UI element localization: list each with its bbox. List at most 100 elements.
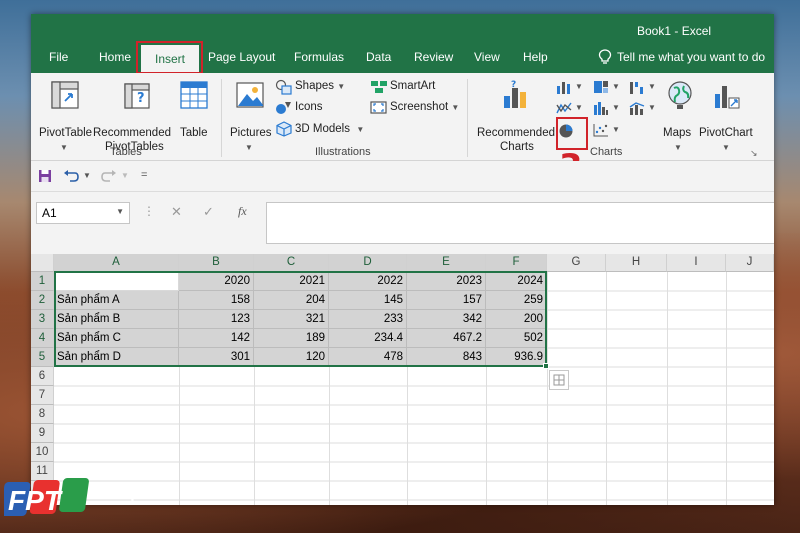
row-header[interactable]: 6 [31,367,54,386]
tab-data[interactable]: Data [366,50,391,64]
logo-domain: .com.vn [140,491,176,502]
recommended-charts-icon: ? [504,80,526,108]
window-title: Book1 - Excel [637,24,712,38]
scatter-chart-icon [593,124,608,137]
cancel-icon[interactable]: ✕ [171,204,182,220]
column-header[interactable]: J [726,254,774,272]
pictures-label: Pictures [230,127,272,139]
tab-view[interactable]: View [474,50,500,64]
pivottable-icon [51,81,79,109]
redo-dropdown-icon[interactable]: ▼ [121,171,129,180]
column-header[interactable]: B [179,254,254,272]
quick-analysis-button[interactable] [549,370,569,390]
column-header[interactable]: H [606,254,667,272]
smartart-label: SmartArt [390,80,436,92]
recommended-charts-label-2: Charts [500,141,534,153]
row-header[interactable]: 7 [31,386,54,405]
recommended-pivottables-icon: ? [124,83,150,109]
screenshot-icon [370,101,387,114]
formula-bar: A1 ▼ ⋮ ✕ ✓ fx [31,192,774,260]
name-box-dropdown-icon[interactable]: ▼ [116,207,124,216]
customize-qat-icon[interactable]: = [141,169,147,181]
fill-handle[interactable] [543,363,549,369]
name-box-value: A1 [42,206,57,220]
shapes-icon [275,79,292,95]
table-icon [180,81,208,109]
column-header[interactable]: E [407,254,486,272]
pivottable-label: PivotTable [39,127,93,139]
tab-home[interactable]: Home [99,50,131,64]
screenshot-label: Screenshot ▼ [390,101,460,113]
row-header[interactable]: 2 [31,291,54,310]
enter-icon[interactable]: ✓ [203,204,214,220]
group-label-charts: Charts [590,146,623,158]
ribbon-separator [467,79,468,157]
icons-icon [276,102,291,114]
insert-function-icon[interactable]: fx [238,204,247,219]
row-header[interactable]: 4 [31,329,54,348]
column-header[interactable]: A [54,254,179,272]
quick-access-toolbar: ▼ ▼ = [31,161,774,192]
group-label-illustrations: Illustrations [315,146,371,158]
hierarchy-chart-icon [594,81,608,93]
undo-icon[interactable] [63,169,79,183]
svg-text:?: ? [511,80,516,90]
column-chart-icon [557,82,570,94]
row-header[interactable]: 1 [31,272,54,291]
logo-shop-word: Shop [100,486,140,503]
shapes-label: Shapes ▼ [295,80,346,92]
column-header[interactable]: C [254,254,329,272]
icons-label: Icons [295,101,323,113]
pivotchart-icon [715,86,740,109]
tab-review[interactable]: Review [414,50,453,64]
undo-dropdown-icon[interactable]: ▼ [83,171,91,180]
combo-chart-icon [629,102,645,115]
row-header[interactable]: 10 [31,443,54,462]
3d-models-label: 3D Models ▼ [295,123,365,135]
line-chart-icon [556,102,572,114]
column-header[interactable]: F [486,254,547,272]
ribbon-separator [221,79,222,157]
fpt-logo-mark: FPT [4,478,89,516]
lightbulb-icon [598,49,612,64]
worksheet-grid[interactable]: A B C D E F G H I J 1 2 3 4 5 6 7 8 9 10… [31,254,774,505]
column-header[interactable]: I [667,254,726,272]
name-box[interactable]: A1 ▼ [36,202,130,224]
svg-text:?: ? [137,91,145,106]
formula-bar-grip-icon: ⋮ [143,204,155,218]
redo-icon[interactable] [101,169,117,183]
waterfall-chart-icon [630,82,643,94]
pictures-icon [236,82,264,108]
recommended-charts-label-1: Recommended [477,127,555,139]
smartart-icon [371,81,387,93]
recommended-pivottables-label-1: Recommended [93,127,171,139]
fpt-letters: FPT [8,485,64,516]
globe-icon [668,81,692,109]
dialog-launcher-icon[interactable]: ↘ [750,148,758,159]
step2-highlight-box [136,41,203,74]
select-all-corner[interactable] [31,254,54,272]
pivotchart-label: PivotChart [699,127,753,139]
tab-help[interactable]: Help [523,50,548,64]
ribbon: PivotTable ▼ ? Recommended PivotTables T… [31,73,774,161]
column-header[interactable]: G [547,254,606,272]
tab-formulas[interactable]: Formulas [294,50,344,64]
tab-page-layout[interactable]: Page Layout [208,50,275,64]
cube-icon [276,121,292,137]
tab-file[interactable]: File [49,50,68,64]
fpt-shop-logo: FPT Shop.com.vn [0,470,200,533]
table-label: Table [180,127,208,139]
excel-window: Book1 - Excel File Home Insert Page Layo… [31,14,774,505]
row-header[interactable]: 3 [31,310,54,329]
row-header[interactable]: 8 [31,405,54,424]
save-icon[interactable] [38,169,52,183]
formula-input[interactable] [266,202,774,244]
row-header[interactable]: 9 [31,424,54,443]
group-label-tables: Tables [110,146,142,158]
logo-shop-text: Shop.com.vn [100,486,175,504]
statistic-chart-icon [594,102,608,115]
quick-analysis-icon [553,374,565,386]
maps-label: Maps [663,127,692,139]
row-header[interactable]: 5 [31,348,54,367]
column-header[interactable]: D [329,254,407,272]
